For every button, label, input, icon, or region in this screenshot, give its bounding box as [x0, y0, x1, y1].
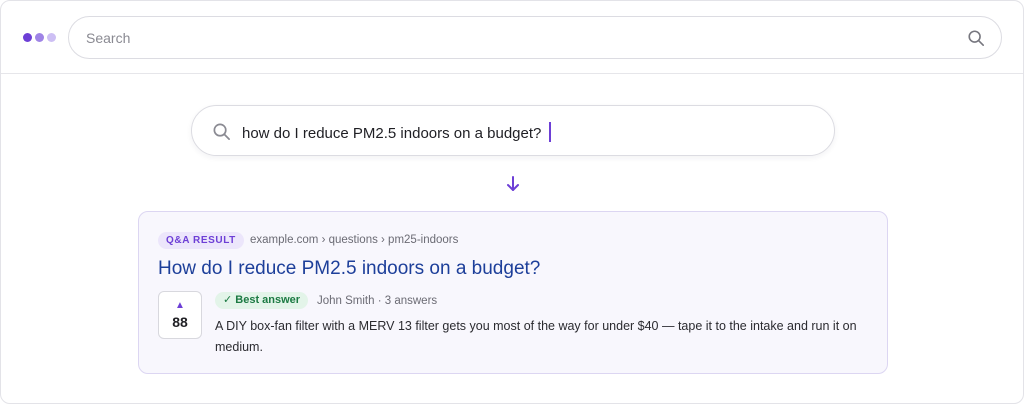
query-text-line[interactable]: how do I reduce PM2.5 indoors on a budge…	[242, 122, 552, 142]
logo-dot	[35, 33, 44, 42]
logo-dot	[47, 33, 56, 42]
search-icon[interactable]	[967, 29, 985, 47]
app-window: how do I reduce PM2.5 indoors on a budge…	[0, 0, 1024, 404]
qa-result-card: Q&A RESULT example.com › questions › pm2…	[138, 211, 888, 374]
arrow-down-icon	[507, 176, 519, 191]
text-caret	[549, 122, 552, 142]
top-search-bar[interactable]	[68, 16, 1002, 59]
result-title-link[interactable]: How do I reduce PM2.5 indoors on a budge…	[158, 258, 540, 280]
vote-box: ▲ 88	[158, 291, 202, 339]
best-answer-badge: ✓ Best answer	[215, 292, 309, 309]
vote-count: 88	[172, 314, 188, 330]
query-search-box[interactable]: how do I reduce PM2.5 indoors on a budge…	[191, 105, 835, 156]
search-icon	[213, 123, 230, 140]
query-text: how do I reduce PM2.5 indoors on a budge…	[242, 125, 542, 142]
top-bar	[1, 1, 1023, 74]
logo-dot	[23, 33, 32, 42]
upvote-arrow-icon[interactable]: ▲	[159, 300, 201, 312]
three-dots-logo-icon[interactable]	[23, 33, 56, 43]
result-breadcrumb[interactable]: example.com › questions › pm25-indoors	[250, 234, 458, 246]
answer-snippet: A DIY box-fan filter with a MERV 13 filt…	[215, 319, 857, 354]
result-type-badge: Q&A RESULT	[158, 232, 244, 249]
answer-meta: John Smith · 3 answers	[317, 295, 438, 307]
top-search-input[interactable]	[86, 17, 946, 58]
